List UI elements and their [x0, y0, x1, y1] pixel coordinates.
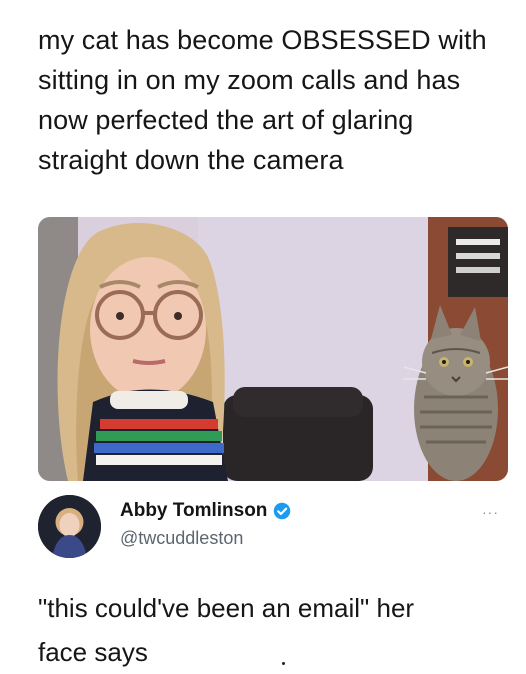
verified-badge-icon	[274, 502, 291, 520]
more-options-icon[interactable]: ···	[482, 504, 499, 520]
tiny-dot	[282, 662, 285, 665]
avatar[interactable]	[38, 495, 101, 558]
photo-illustration	[38, 217, 508, 481]
display-name[interactable]: Abby Tomlinson	[120, 500, 267, 522]
user-handle[interactable]: @twcuddleston	[120, 528, 243, 549]
meme-post: my cat has become OBSESSED with sitting …	[0, 0, 526, 672]
tweet-text: "this could've been an email" her face s…	[38, 593, 415, 667]
avatar-image	[38, 495, 101, 558]
post-caption: my cat has become OBSESSED with sitting …	[38, 25, 487, 175]
post-photo	[38, 217, 508, 481]
display-name-row[interactable]: Abby Tomlinson	[120, 500, 291, 522]
